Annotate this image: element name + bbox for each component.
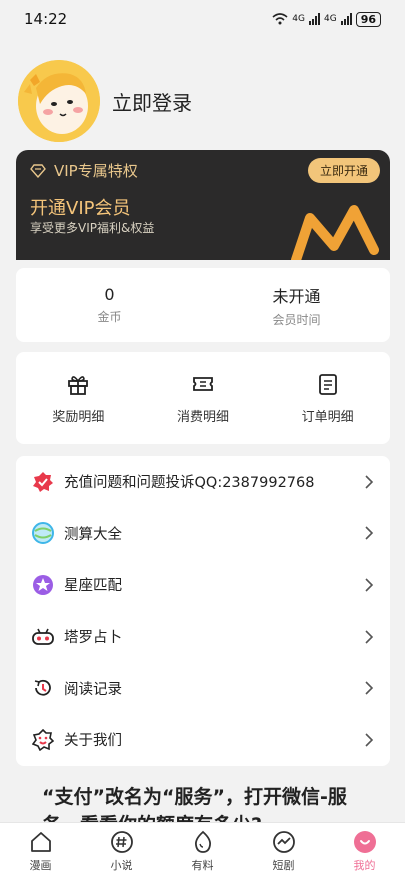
menu-item-complaint[interactable]: 充值问题和问题投诉QQ:2387992768	[16, 456, 390, 508]
vip-sub-text: 享受更多VIP福利&权益	[30, 221, 155, 235]
stat-coins[interactable]: 0 金币	[16, 268, 203, 342]
action-label: 消费明细	[177, 409, 230, 425]
menu-item-zodiac[interactable]: 星座匹配	[16, 559, 390, 611]
stat-membership[interactable]: 未开通 会员时间	[203, 268, 390, 342]
star-icon	[32, 574, 54, 596]
tab-comics[interactable]: 漫画	[0, 823, 81, 878]
battery-indicator: 96	[355, 11, 381, 27]
menu-item-label: 阅读记录	[64, 681, 122, 698]
vip-open-button[interactable]: 立即开通	[307, 158, 380, 183]
tab-short-drama[interactable]: 短剧	[243, 823, 324, 878]
action-label: 奖励明细	[52, 409, 105, 425]
tab-me[interactable]: 我的	[324, 823, 405, 878]
tab-label: 漫画	[29, 858, 52, 872]
menu-item-label: 星座匹配	[64, 578, 122, 595]
avatar[interactable]	[18, 60, 100, 142]
login-link[interactable]: 立即登录	[112, 87, 192, 116]
menu-item-label: 塔罗占卜	[64, 630, 122, 647]
diamond-icon	[30, 163, 46, 178]
history-icon	[32, 677, 54, 699]
fortune-globe-icon	[32, 522, 54, 545]
tab-label: 我的	[353, 858, 376, 872]
menu-list: 充值问题和问题投诉QQ:2387992768 测算大全 星座匹配 塔罗占卜 阅读…	[16, 456, 390, 766]
bottom-tab-bar: 漫画 小说 有料 短剧 我的	[0, 822, 405, 878]
stats-card: 0 金币 未开通 会员时间	[16, 268, 390, 342]
chevron-right-icon	[365, 475, 374, 489]
menu-item-label: 充值问题和问题投诉QQ:2387992768	[64, 475, 315, 492]
stat-label: 金币	[97, 310, 122, 324]
menu-item-fortune[interactable]: 测算大全	[16, 508, 390, 560]
tab-label: 短剧	[272, 858, 295, 872]
tab-label: 小说	[110, 858, 133, 872]
vip-decoration	[291, 205, 379, 260]
tab-featured[interactable]: 有料	[162, 823, 243, 878]
wifi-icon	[272, 13, 288, 25]
hashtag-icon	[110, 830, 133, 853]
network-type-1: 4G	[292, 14, 305, 24]
status-time: 14:22	[24, 10, 68, 28]
home-icon	[30, 831, 51, 852]
menu-item-label: 关于我们	[64, 733, 122, 750]
details-card: 奖励明细 消费明细 订单明细	[16, 352, 390, 444]
menu-item-label: 测算大全	[64, 526, 122, 543]
stat-label: 会员时间	[272, 312, 321, 327]
order-details-button[interactable]: 订单明细	[265, 352, 390, 444]
order-list-icon	[318, 373, 337, 395]
menu-item-history[interactable]: 阅读记录	[16, 662, 390, 714]
complaint-icon	[32, 471, 54, 493]
vip-title: VIP专属特权	[54, 162, 138, 180]
vip-title-row: VIP专属特权	[30, 160, 138, 181]
stat-value: 0	[104, 285, 115, 304]
egg-icon	[194, 830, 211, 853]
tab-novels[interactable]: 小说	[81, 823, 162, 878]
chevron-right-icon	[365, 578, 374, 592]
tab-label: 有料	[191, 858, 214, 872]
about-icon	[32, 728, 54, 751]
ticket-icon	[193, 376, 213, 391]
profile-header[interactable]: 立即登录	[18, 60, 192, 142]
signal-icon-1	[308, 13, 320, 25]
menu-item-about[interactable]: 关于我们	[16, 714, 390, 766]
chevron-right-icon	[365, 681, 374, 695]
consumption-details-button[interactable]: 消费明细	[141, 352, 266, 444]
stat-value: 未开通	[272, 286, 321, 306]
status-icons: 4G 4G 96	[272, 11, 381, 27]
chevron-right-icon	[365, 733, 374, 747]
signal-icon-2	[340, 13, 352, 25]
network-type-2: 4G	[323, 14, 337, 24]
trend-icon	[272, 830, 295, 853]
gift-icon	[68, 375, 89, 395]
reward-details-button[interactable]: 奖励明细	[16, 352, 141, 444]
vip-card[interactable]: VIP专属特权 立即开通 开通VIP会员 享受更多VIP福利&权益	[16, 150, 390, 260]
action-label: 订单明细	[301, 409, 354, 425]
tarot-icon	[32, 626, 54, 648]
vip-main-text: 开通VIP会员	[30, 198, 131, 219]
menu-item-tarot[interactable]: 塔罗占卜	[16, 611, 390, 663]
me-icon	[353, 830, 376, 853]
chevron-right-icon	[365, 630, 374, 644]
status-bar: 14:22 4G 4G 96	[0, 0, 405, 38]
chevron-right-icon	[365, 526, 374, 540]
